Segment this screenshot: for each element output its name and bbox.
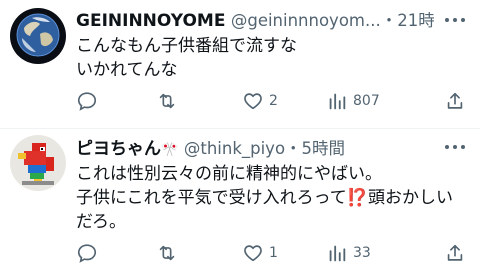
handle[interactable]: @geininnnoyom... — [231, 11, 381, 30]
heart-icon — [244, 93, 262, 110]
display-name[interactable]: ピヨちゃん — [76, 139, 161, 159]
like-button[interactable]: 1 — [242, 241, 278, 265]
name-badge-flag-icon: 🎌 — [161, 142, 179, 158]
reply-button[interactable] — [76, 89, 103, 113]
share-icon — [447, 244, 463, 261]
retweet-icon — [159, 93, 175, 109]
like-count: 1 — [269, 245, 278, 261]
like-count: 2 — [269, 93, 278, 109]
retweet-icon — [159, 245, 175, 261]
views-icon — [329, 245, 346, 262]
reply-icon — [77, 92, 97, 111]
share-button[interactable] — [444, 89, 466, 113]
views-icon — [329, 93, 346, 110]
views-button[interactable]: 807 — [326, 89, 380, 113]
tweet-actions: 2 807 — [76, 89, 466, 113]
earth-avatar-icon — [10, 8, 66, 64]
tweet-header: ピヨちゃん🎌 @think_piyo・5時間 — [76, 136, 434, 162]
timestamp[interactable]: ・21時間 — [381, 11, 434, 30]
retweet-button[interactable] — [156, 89, 183, 113]
lego-parrot-avatar-icon — [10, 135, 66, 191]
tweet-text: こんなもん子供番組で流すな いかれてんな — [76, 36, 297, 80]
heart-icon — [244, 245, 262, 262]
timestamp[interactable]: ・5時間 — [285, 139, 345, 158]
share-icon — [447, 92, 463, 109]
retweet-button[interactable] — [156, 241, 183, 265]
handle[interactable]: @think_piyo — [184, 139, 285, 158]
tweet-text: これは性別云々の前に精神的にやばい。 子供にこれを平気で受け入れろって⁉️頭おか… — [76, 164, 453, 232]
avatar[interactable] — [10, 8, 66, 64]
more-options-icon[interactable] — [444, 12, 466, 28]
display-name[interactable]: GEININNOYOME — [76, 11, 225, 31]
views-button[interactable]: 33 — [326, 241, 371, 265]
tweet[interactable]: ピヨちゃん🎌 @think_piyo・5時間 これは性別云々の前に精神的にやばい… — [0, 129, 480, 276]
tweet-header: GEININNOYOME @geininnnoyom...・21時間 — [76, 8, 434, 34]
share-button[interactable] — [444, 241, 466, 265]
tweet-actions: 1 33 — [76, 241, 466, 265]
views-count: 33 — [353, 245, 371, 261]
views-count: 807 — [353, 93, 380, 109]
more-options-icon[interactable] — [444, 139, 466, 155]
reply-button[interactable] — [76, 241, 103, 265]
avatar[interactable] — [10, 135, 66, 191]
tweet[interactable]: GEININNOYOME @geininnnoyom...・21時間 こんなもん… — [0, 0, 480, 128]
reply-icon — [77, 244, 97, 263]
like-button[interactable]: 2 — [242, 89, 278, 113]
